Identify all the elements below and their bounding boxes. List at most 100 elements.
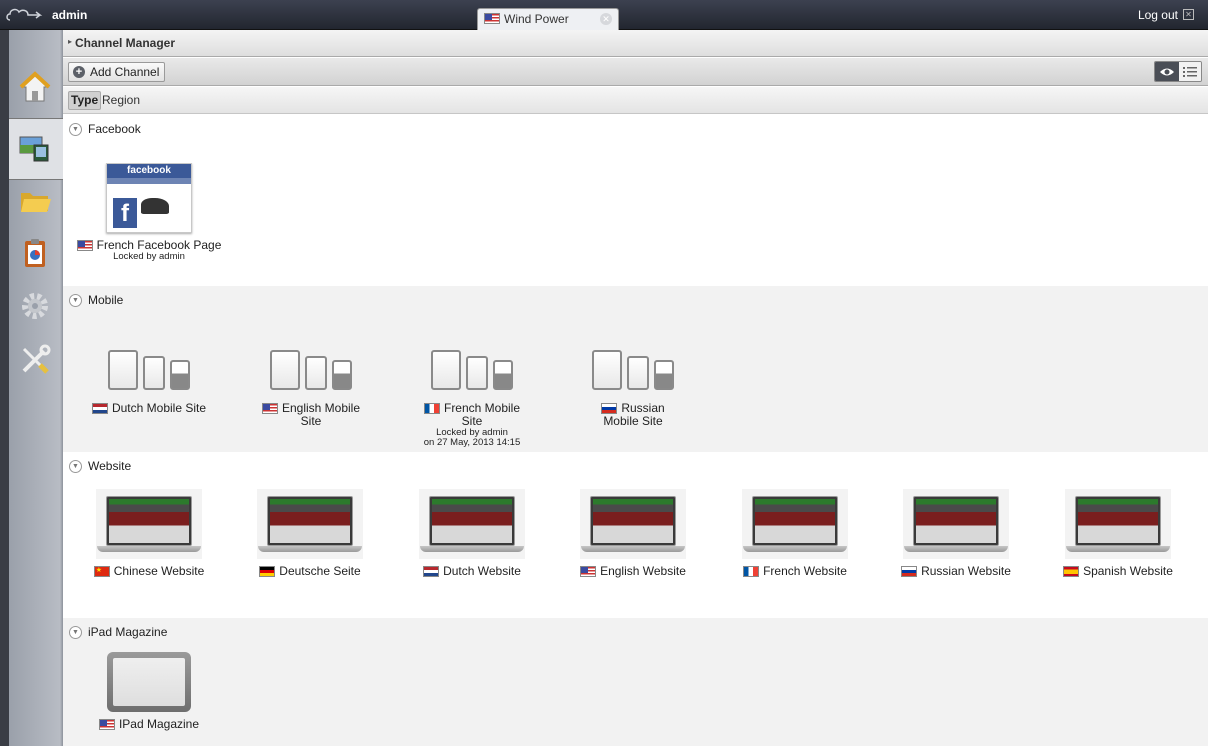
laptop-thumbnail-icon [580, 489, 686, 559]
section-website: ▼ Website Chinese Website Deutsche Seite… [63, 452, 1208, 618]
tab-type[interactable]: Type [68, 91, 102, 110]
es-flag-icon [1063, 566, 1080, 577]
collapse-toggle-icon[interactable]: ▼ [69, 293, 82, 307]
us-flag-icon [484, 13, 500, 24]
channel-label: English Mobile Site [281, 401, 361, 428]
collapse-toggle-icon[interactable]: ▼ [69, 459, 82, 473]
channel-label: Dutch Mobile Site [111, 401, 207, 415]
channel-label: French Mobile Site [443, 401, 521, 428]
view-mode-toggle [1154, 61, 1202, 82]
mobile-devices-icon [592, 350, 674, 390]
lock-date: on 27 May, 2013 14:15 [423, 437, 521, 448]
plus-icon: + [73, 66, 85, 78]
tab-wind-power[interactable]: Wind Power ✕ [477, 8, 619, 30]
us-flag-icon [580, 566, 597, 577]
add-channel-label: Add Channel [90, 65, 160, 79]
nl-flag-icon [423, 566, 440, 577]
page-title: Channel Manager [75, 36, 176, 50]
channel-item[interactable]: facebook f French Facebook Page Locked b… [74, 163, 224, 286]
breadcrumb-arrow-icon: ▸ [68, 37, 73, 46]
logout-icon[interactable]: ✕ [1183, 9, 1194, 20]
close-icon[interactable]: ✕ [600, 13, 612, 25]
main-panel: ▸ Channel Manager + Add Channel Type Reg… [63, 30, 1208, 746]
channel-item[interactable]: Dutch Mobile Site [74, 316, 224, 415]
collapse-toggle-icon[interactable]: ▼ [69, 122, 82, 136]
tab-region[interactable]: Region [102, 93, 140, 107]
clipboard-chart-icon[interactable] [17, 235, 53, 271]
cn-flag-icon [93, 564, 110, 577]
channel-label: Russian Website [921, 564, 1011, 578]
mobile-devices-icon [108, 350, 190, 390]
channel-label: French Facebook Page [96, 238, 222, 252]
channel-item[interactable]: English Website [558, 479, 708, 578]
channel-label: Chinese Website [113, 564, 205, 578]
fr-flag-icon [423, 403, 440, 414]
section-header[interactable]: ▼ Facebook [69, 122, 141, 136]
section-facebook: ▼ Facebook facebook f French Facebook Pa… [63, 115, 1208, 286]
channel-item[interactable]: Deutsche Seite [235, 479, 385, 578]
list-icon[interactable] [1179, 62, 1201, 81]
channel-item[interactable]: French Website [720, 479, 870, 578]
nl-flag-icon [91, 403, 108, 414]
channel-item[interactable]: Spanish Website [1043, 479, 1193, 578]
top-bar: admin Wind Power ✕ Log out ✕ [0, 0, 1208, 30]
channel-label: IPad Magazine [118, 717, 200, 731]
gear-icon[interactable] [17, 288, 53, 324]
lock-status: Locked by admin [113, 251, 185, 262]
channel-item[interactable]: IPad Magazine [74, 648, 224, 731]
laptop-thumbnail-icon [903, 489, 1009, 559]
us-flag-icon [261, 403, 278, 414]
channel-manager-icon[interactable] [17, 130, 53, 166]
section-ipad-magazine: ▼ iPad Magazine IPad Magazine [63, 618, 1208, 746]
section-title: Mobile [88, 293, 124, 307]
channel-label: French Website [763, 564, 847, 578]
cloud-logo-icon [6, 8, 43, 21]
channel-label: Dutch Website [443, 564, 521, 578]
section-title: iPad Magazine [88, 625, 168, 639]
breadcrumb: ▸ Channel Manager [63, 30, 1208, 57]
mobile-devices-icon [270, 350, 352, 390]
eye-icon[interactable] [1155, 62, 1179, 81]
laptop-thumbnail-icon [419, 489, 525, 559]
tools-icon[interactable] [17, 342, 53, 378]
section-title: Facebook [88, 122, 141, 136]
mobile-devices-icon [431, 350, 513, 390]
facebook-thumbnail-icon: facebook f [106, 163, 192, 233]
section-header[interactable]: ▼ iPad Magazine [69, 625, 167, 639]
channel-label: Spanish Website [1083, 564, 1173, 578]
tab-label: Wind Power [504, 12, 569, 26]
laptop-thumbnail-icon [257, 489, 363, 559]
collapse-toggle-icon[interactable]: ▼ [69, 625, 82, 639]
add-channel-button[interactable]: + Add Channel [68, 62, 166, 82]
channel-item[interactable]: Russian Website [881, 479, 1031, 578]
channel-item[interactable]: Chinese Website [74, 479, 224, 578]
section-header[interactable]: ▼ Website [69, 459, 131, 473]
house-icon[interactable] [17, 70, 53, 106]
channel-label: Deutsche Seite [279, 564, 361, 578]
channel-item[interactable]: English Mobile Site [236, 316, 386, 428]
section-title: Website [88, 459, 132, 473]
us-flag-icon [98, 719, 115, 730]
channel-label: English Website [600, 564, 686, 578]
channel-item[interactable]: Russian Mobile Site [558, 316, 708, 428]
de-flag-icon [259, 566, 276, 577]
us-flag-icon [76, 240, 93, 251]
toolbar: + Add Channel [63, 58, 1208, 86]
logout-link[interactable]: Log out [1138, 8, 1178, 22]
section-mobile: ▼ Mobile Dutch Mobile Site English Mobil… [63, 286, 1208, 452]
fr-flag-icon [743, 566, 760, 577]
laptop-thumbnail-icon [96, 489, 202, 559]
laptop-thumbnail-icon [742, 489, 848, 559]
channel-item[interactable]: French Mobile Site Locked by admin on 27… [397, 316, 547, 448]
ru-flag-icon [601, 403, 618, 414]
section-header[interactable]: ▼ Mobile [69, 293, 123, 307]
channel-item[interactable]: Dutch Website [397, 479, 547, 578]
ru-flag-icon [901, 566, 918, 577]
username: admin [52, 8, 88, 22]
tablet-thumbnail-icon [107, 652, 191, 712]
facebook-thumb-text: facebook [107, 164, 191, 178]
sidebar [0, 30, 63, 746]
filter-bar: Type Region [63, 87, 1208, 114]
folder-icon[interactable] [17, 182, 53, 218]
laptop-thumbnail-icon [1065, 489, 1171, 559]
